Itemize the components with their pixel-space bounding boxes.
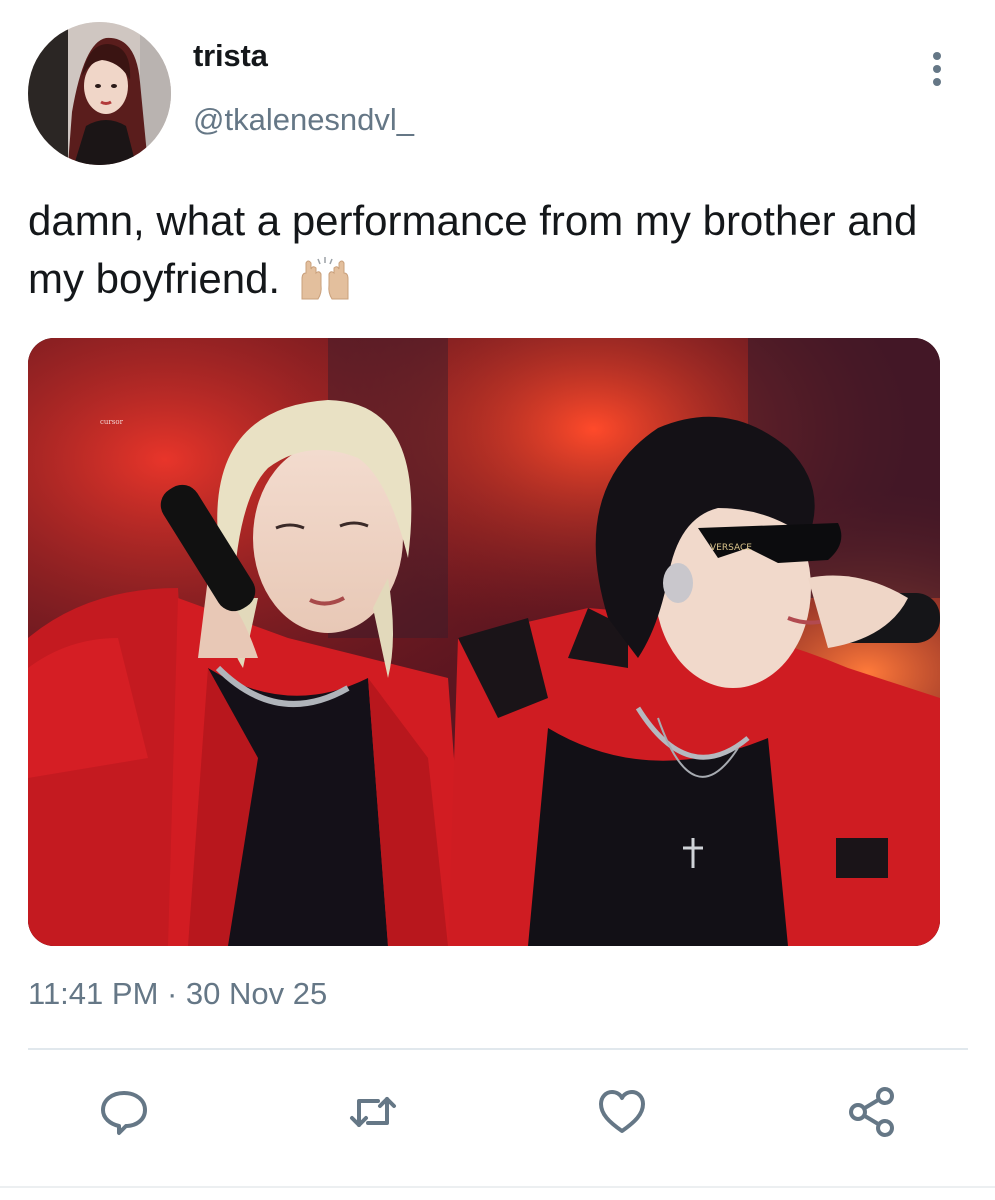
share-button[interactable] (842, 1080, 902, 1144)
bottom-divider (0, 1186, 995, 1188)
heart-icon (599, 1090, 645, 1133)
display-name[interactable]: trista (193, 38, 268, 74)
share-icon (849, 1087, 894, 1137)
avatar[interactable] (28, 22, 171, 165)
retweet-icon (350, 1097, 396, 1127)
reply-button[interactable] (94, 1080, 154, 1144)
tweet-body: damn, what a performance from my brother… (28, 197, 918, 302)
sunglasses-brand: VERSACE (710, 543, 752, 553)
tweet-text: damn, what a performance from my brother… (28, 192, 928, 308)
reply-icon (101, 1091, 147, 1135)
more-options-icon[interactable] (918, 48, 956, 90)
retweet-button[interactable] (343, 1080, 403, 1144)
tweet-actions-bar (0, 1080, 995, 1150)
image-watermark: cursor (100, 418, 124, 426)
dot (933, 52, 941, 60)
tweet-image[interactable]: cursor VERSACE (28, 338, 940, 946)
divider (28, 1048, 968, 1050)
dot (933, 78, 941, 86)
raising-hands-emoji (296, 255, 354, 301)
tweet-timestamp[interactable]: 11:41 PM · 30 Nov 25 (28, 976, 327, 1012)
like-button[interactable] (592, 1080, 652, 1144)
dot (933, 65, 941, 73)
user-handle[interactable]: @tkalenesndvl_ (193, 102, 414, 138)
